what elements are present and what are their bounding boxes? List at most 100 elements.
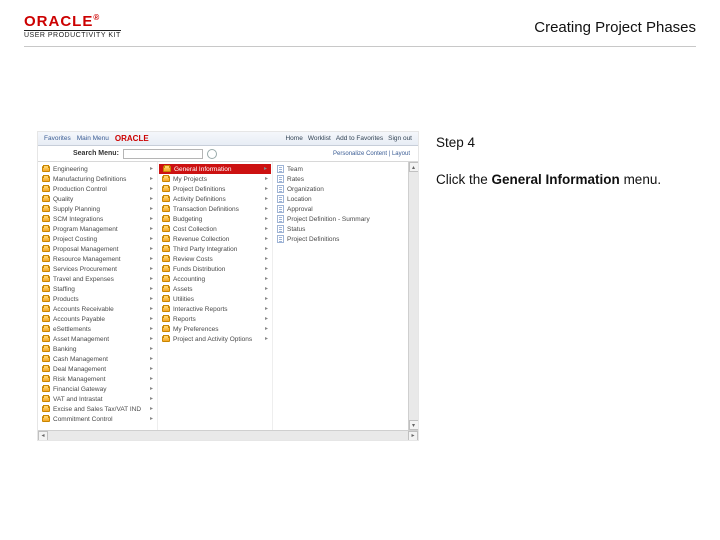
folder-icon — [162, 266, 170, 272]
scroll-up-icon[interactable]: ▴ — [409, 162, 419, 172]
nav-item[interactable]: Cost Collection▸ — [158, 224, 272, 234]
folder-icon — [42, 326, 50, 332]
folder-icon — [42, 186, 50, 192]
nav-item[interactable]: Revenue Collection▸ — [158, 234, 272, 244]
folder-icon — [162, 336, 170, 342]
scroll-left-icon[interactable]: ◂ — [38, 431, 48, 441]
nav-item[interactable]: Risk Management▸ — [38, 374, 157, 384]
folder-icon — [42, 346, 50, 352]
nav-item[interactable]: Engineering▸ — [38, 164, 157, 174]
menu-general-information[interactable]: General Information▸ — [159, 164, 271, 174]
instruction-panel: Step 4 Click the General Information men… — [436, 135, 696, 187]
nav-item[interactable]: Organization — [273, 184, 418, 194]
nav-item[interactable]: Project Definitions▸ — [158, 184, 272, 194]
folder-icon — [162, 286, 170, 292]
nav-item[interactable]: Project Costing▸ — [38, 234, 157, 244]
nav-item[interactable]: Manufacturing Definitions▸ — [38, 174, 157, 184]
nav-item[interactable]: Project Definitions — [273, 234, 418, 244]
nav-item[interactable]: Interactive Reports▸ — [158, 304, 272, 314]
folder-icon — [163, 166, 171, 172]
nav-item[interactable]: Staffing▸ — [38, 284, 157, 294]
nav-item[interactable]: Funds Distribution▸ — [158, 264, 272, 274]
nav-item[interactable]: Travel and Expenses▸ — [38, 274, 157, 284]
folder-icon — [42, 176, 50, 182]
nav-item[interactable]: Commitment Control▸ — [38, 414, 157, 424]
folder-icon — [42, 386, 50, 392]
document-icon — [277, 195, 284, 203]
nav-item[interactable]: Resource Management▸ — [38, 254, 157, 264]
nav-item[interactable]: SCM Integrations▸ — [38, 214, 157, 224]
folder-icon — [162, 186, 170, 192]
nav-item[interactable]: Asset Management▸ — [38, 334, 157, 344]
nav-item[interactable]: My Preferences▸ — [158, 324, 272, 334]
folder-icon — [42, 306, 50, 312]
link-add-favorites[interactable]: Add to Favorites — [336, 135, 383, 142]
nav-item[interactable]: Location — [273, 194, 418, 204]
nav-item[interactable]: Project and Activity Options▸ — [158, 334, 272, 344]
folder-icon — [162, 316, 170, 322]
nav-item[interactable]: Quality▸ — [38, 194, 157, 204]
search-label: Search Menu: — [73, 150, 119, 157]
folder-icon — [162, 326, 170, 332]
nav-item[interactable]: Excise and Sales Tax/VAT IND▸ — [38, 404, 157, 414]
folder-icon — [162, 276, 170, 282]
folder-icon — [42, 316, 50, 322]
nav-item[interactable]: Program Management▸ — [38, 224, 157, 234]
nav-item[interactable]: Banking▸ — [38, 344, 157, 354]
nav-item[interactable]: My Projects▸ — [158, 174, 272, 184]
nav-item[interactable]: Status — [273, 224, 418, 234]
horizontal-scrollbar[interactable]: ◂ ▸ — [38, 430, 418, 440]
nav-item[interactable]: Accounts Payable▸ — [38, 314, 157, 324]
brand-subtitle: USER PRODUCTIVITY KIT — [24, 30, 121, 40]
search-go-icon[interactable] — [207, 149, 217, 159]
nav-item[interactable]: Products▸ — [38, 294, 157, 304]
nav-item[interactable]: Third Party Integration▸ — [158, 244, 272, 254]
nav-item[interactable]: Transaction Definitions▸ — [158, 204, 272, 214]
nav-item[interactable]: Supply Planning▸ — [38, 204, 157, 214]
document-icon — [277, 225, 284, 233]
menu-main[interactable]: Main Menu — [77, 135, 109, 142]
nav-item[interactable]: Cash Management▸ — [38, 354, 157, 364]
folder-icon — [42, 196, 50, 202]
nav-item[interactable]: Accounts Receivable▸ — [38, 304, 157, 314]
page-title: Creating Project Phases — [534, 19, 696, 36]
personalize-link[interactable]: Personalize Content | Layout — [333, 151, 416, 157]
nav-item[interactable]: Project Definition - Summary — [273, 214, 418, 224]
oracle-logo: ORACLE® — [24, 14, 121, 31]
folder-icon — [42, 356, 50, 362]
folder-icon — [162, 176, 170, 182]
folder-icon — [42, 376, 50, 382]
nav-item[interactable]: Utilities▸ — [158, 294, 272, 304]
menu-favorites[interactable]: Favorites — [44, 135, 71, 142]
nav-item[interactable]: Accounting▸ — [158, 274, 272, 284]
document-icon — [277, 205, 284, 213]
folder-icon — [42, 206, 50, 212]
nav-item[interactable]: Rates — [273, 174, 418, 184]
nav-item[interactable]: Financial Gateway▸ — [38, 384, 157, 394]
folder-icon — [42, 246, 50, 252]
link-home[interactable]: Home — [285, 135, 302, 142]
scroll-down-icon[interactable]: ▾ — [409, 420, 419, 430]
folder-icon — [42, 406, 50, 412]
nav-item[interactable]: Activity Definitions▸ — [158, 194, 272, 204]
nav-item[interactable]: Deal Management▸ — [38, 364, 157, 374]
nav-item[interactable]: Team — [273, 164, 418, 174]
nav-item[interactable]: Assets▸ — [158, 284, 272, 294]
nav-item[interactable]: Budgeting▸ — [158, 214, 272, 224]
nav-item[interactable]: eSettlements▸ — [38, 324, 157, 334]
link-worklist[interactable]: Worklist — [308, 135, 331, 142]
folder-icon — [162, 216, 170, 222]
folder-icon — [42, 236, 50, 242]
scroll-right-icon[interactable]: ▸ — [408, 431, 418, 441]
nav-item[interactable]: Reports▸ — [158, 314, 272, 324]
folder-icon — [42, 256, 50, 262]
search-input[interactable] — [123, 149, 203, 159]
vertical-scrollbar[interactable]: ▴ ▾ — [408, 162, 418, 430]
link-signout[interactable]: Sign out — [388, 135, 412, 142]
nav-item[interactable]: VAT and Intrastat▸ — [38, 394, 157, 404]
nav-item[interactable]: Proposal Management▸ — [38, 244, 157, 254]
nav-item[interactable]: Production Control▸ — [38, 184, 157, 194]
nav-item[interactable]: Review Costs▸ — [158, 254, 272, 264]
nav-item[interactable]: Services Procurement▸ — [38, 264, 157, 274]
nav-item[interactable]: Approval — [273, 204, 418, 214]
